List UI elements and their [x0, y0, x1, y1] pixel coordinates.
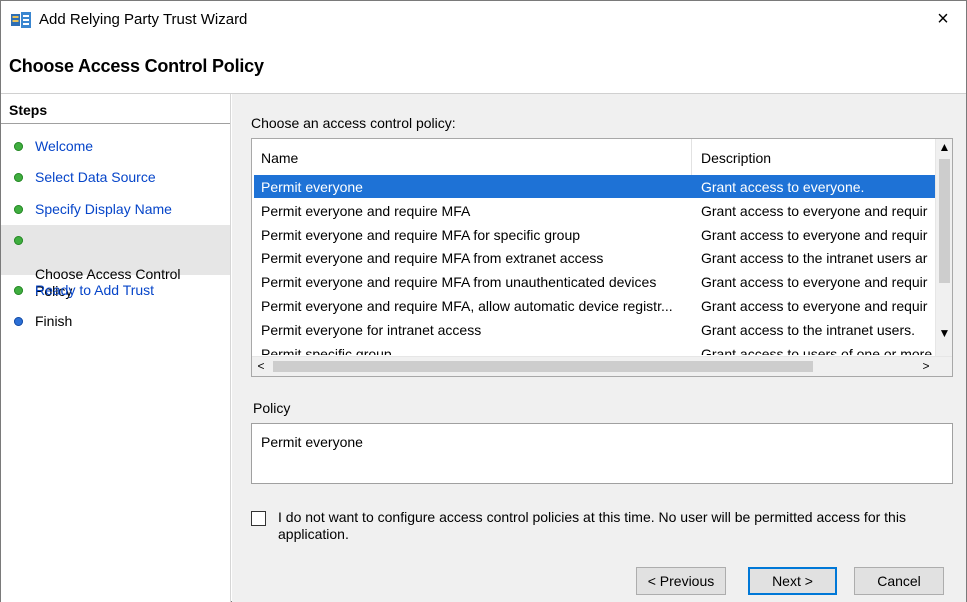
- no-config-checkbox-label[interactable]: I do not want to configure access contro…: [278, 509, 948, 543]
- row-description: Grant access to everyone and requir: [701, 298, 928, 314]
- adfs-app-icon: [11, 12, 31, 28]
- close-icon: ×: [937, 8, 949, 30]
- vertical-scroll-thumb[interactable]: [939, 159, 950, 283]
- step-choose-access-control-policy: Choose Access Control Policy: [1, 225, 230, 299]
- window-title: Add Relying Party Trust Wizard: [39, 11, 248, 28]
- policy-listview[interactable]: Name Description Permit everyone Grant a…: [251, 138, 953, 377]
- row-description: Grant access to users of one or more: [701, 346, 933, 355]
- step-complete-icon: [14, 286, 23, 295]
- table-row[interactable]: Permit everyone and require MFA, allow a…: [254, 294, 935, 317]
- table-row[interactable]: Permit everyone for intranet access Gran…: [254, 318, 935, 341]
- no-config-checkbox[interactable]: [251, 511, 266, 526]
- row-name: Permit everyone and require MFA from ext…: [261, 250, 604, 266]
- step-label: Ready to Add Trust: [35, 282, 155, 298]
- row-name: Permit everyone and require MFA for spec…: [261, 227, 581, 243]
- step-complete-icon: [14, 173, 23, 182]
- table-row[interactable]: Permit specific group Grant access to us…: [254, 342, 935, 355]
- step-complete-icon: [14, 142, 23, 151]
- row-description: Grant access to the intranet users ar: [701, 250, 928, 266]
- step-label: Finish: [35, 313, 73, 329]
- step-label: Welcome: [35, 138, 94, 154]
- steps-panel: Steps Welcome Select Data Source Specify…: [1, 94, 231, 602]
- policy-list-label: Choose an access control policy:: [251, 115, 456, 131]
- scroll-left-icon[interactable]: <: [252, 357, 270, 376]
- policy-preview-text: Permit everyone: [261, 434, 363, 450]
- table-row[interactable]: Permit everyone and require MFA for spec…: [254, 223, 935, 246]
- step-finish: Finish: [1, 313, 230, 330]
- step-ready-to-add-trust[interactable]: Ready to Add Trust: [1, 282, 230, 299]
- listview-header: Name Description: [252, 139, 935, 177]
- row-name: Permit specific group: [261, 346, 392, 355]
- policy-preview-box: Permit everyone: [251, 423, 953, 484]
- table-row[interactable]: Permit everyone and require MFA from ext…: [254, 246, 935, 269]
- step-label: Specify Display Name: [35, 201, 172, 217]
- horizontal-scroll-thumb[interactable]: [273, 361, 813, 372]
- row-description: Grant access to everyone and requir: [701, 227, 928, 243]
- table-row[interactable]: Permit everyone and require MFA from una…: [254, 270, 935, 293]
- table-row[interactable]: Permit everyone Grant access to everyone…: [254, 175, 935, 198]
- step-label: Select Data Source: [35, 169, 156, 185]
- close-button[interactable]: ×: [928, 5, 958, 33]
- step-select-data-source[interactable]: Select Data Source: [1, 169, 230, 186]
- table-row[interactable]: Permit everyone and require MFA Grant ac…: [254, 199, 935, 222]
- page-title: Choose Access Control Policy: [9, 56, 264, 76]
- step-specify-display-name[interactable]: Specify Display Name: [1, 201, 230, 218]
- row-name: Permit everyone and require MFA: [261, 203, 471, 219]
- step-current-icon: [14, 236, 23, 245]
- step-welcome[interactable]: Welcome: [1, 138, 230, 155]
- scroll-down-icon[interactable]: ▼: [936, 325, 952, 342]
- listview-rows: Permit everyone Grant access to everyone…: [252, 175, 935, 355]
- row-description: Grant access to everyone and requir: [701, 203, 928, 219]
- row-description: Grant access to everyone and requir: [701, 274, 928, 290]
- row-description: Grant access to the intranet users.: [701, 322, 915, 338]
- vertical-scrollbar[interactable]: ▲ ▼: [935, 139, 952, 357]
- title-bar: Add Relying Party Trust Wizard ×: [1, 1, 966, 37]
- row-name: Permit everyone and require MFA from una…: [261, 274, 657, 290]
- column-divider[interactable]: [691, 139, 692, 177]
- scroll-right-icon[interactable]: >: [917, 357, 935, 376]
- column-header-description[interactable]: Description: [701, 150, 771, 166]
- content-panel: Choose an access control policy: Name De…: [232, 94, 966, 602]
- next-button[interactable]: Next >: [748, 567, 837, 595]
- row-description: Grant access to everyone.: [701, 179, 865, 195]
- cancel-button[interactable]: Cancel: [854, 567, 944, 595]
- previous-button[interactable]: < Previous: [636, 567, 726, 595]
- step-complete-icon: [14, 205, 23, 214]
- step-pending-icon: [14, 317, 23, 326]
- row-name: Permit everyone: [261, 179, 363, 195]
- row-name: Permit everyone and require MFA, allow a…: [261, 298, 673, 314]
- scroll-up-icon[interactable]: ▲: [936, 139, 952, 156]
- steps-title-divider: [1, 123, 230, 124]
- steps-title: Steps: [9, 102, 48, 118]
- row-name: Permit everyone for intranet access: [261, 322, 482, 338]
- wizard-window: Add Relying Party Trust Wizard × Choose …: [0, 0, 967, 602]
- column-header-name[interactable]: Name: [261, 150, 298, 166]
- policy-label: Policy: [253, 400, 291, 416]
- horizontal-scrollbar[interactable]: < >: [252, 356, 952, 376]
